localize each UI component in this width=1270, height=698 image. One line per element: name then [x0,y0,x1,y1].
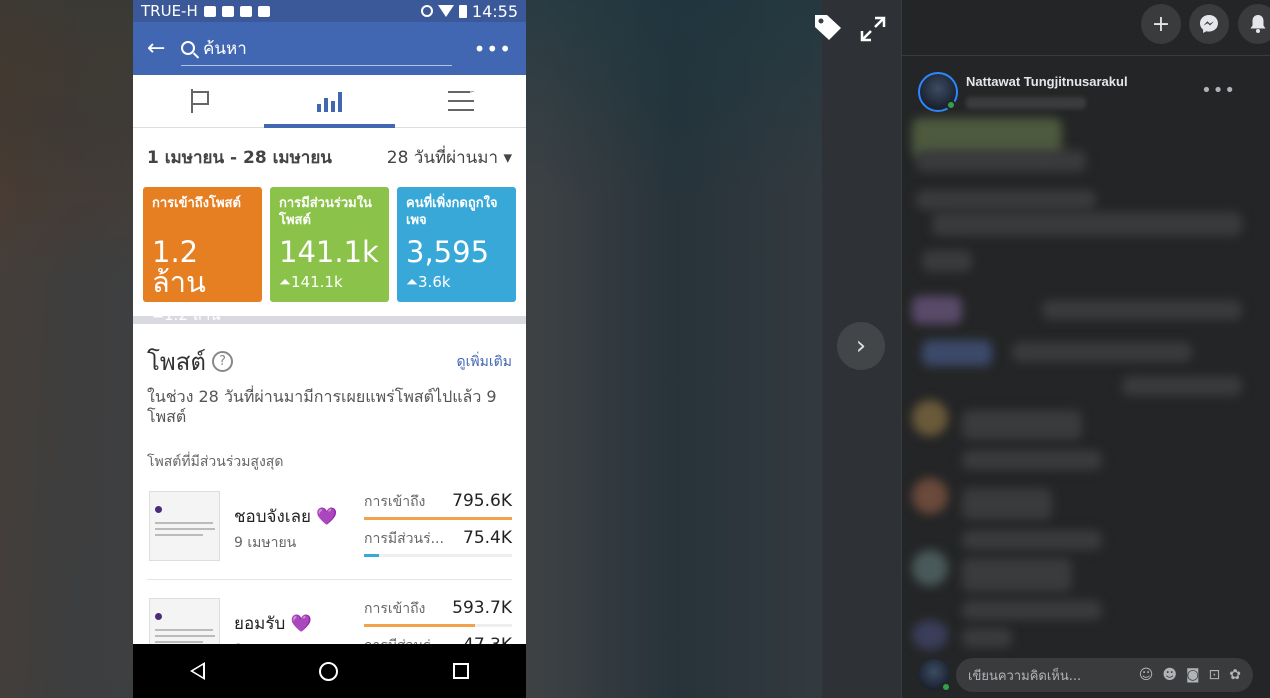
card-title: การเข้าถึงโพสต์ [152,196,241,211]
fullscreen-icon[interactable] [860,16,886,42]
tag-icon[interactable] [812,12,844,42]
clock: 14:55 [471,1,518,21]
app-icon [221,5,234,17]
flag-icon [189,89,209,113]
tab-page[interactable] [133,75,264,127]
notification-badge: 3 [468,82,486,96]
card-value: 1.2 ล้าน [152,235,206,299]
bell-icon [1250,15,1266,33]
date-range: 1 เมษายน - 28 เมษายน [147,148,332,168]
avatar[interactable] [918,72,958,112]
menu-icon: 3 [447,82,486,111]
posts-title: โพสต์ ? [147,342,233,381]
search-icon [181,41,195,55]
avatar [918,659,951,692]
back-arrow-icon[interactable]: ← [147,36,181,61]
bar-chart-icon [317,90,342,112]
post-title: ยอมรับ 💜 [234,614,312,634]
card-value: 3,595 [406,235,490,269]
alarm-icon [420,5,433,17]
card-delta: ⏶1.2 ล้าน [152,306,221,324]
card-title: การมีส่วนร่วมในโพสต์ [279,196,372,228]
battery-icon [458,4,467,18]
notifications-button[interactable] [1238,4,1270,44]
search-input[interactable]: ค้นหา [181,32,452,66]
nav-back-icon[interactable] [190,662,206,680]
post-thumbnail [149,491,220,561]
online-indicator [941,682,951,692]
post-title: ชอบจังเลย 💜 [234,507,338,527]
carrier-label: TRUE-H [141,2,198,20]
camera-icon[interactable]: ◙ [1186,667,1200,683]
comment-input[interactable]: เขียนความคิดเห็น... ☺ ☻ ◙ ⊡ ✿ [956,658,1253,692]
engagement-bar [364,554,379,557]
messenger-button[interactable] [1189,4,1229,44]
card-value: 141.1k [279,235,379,269]
tab-menu[interactable]: 3 [395,75,526,127]
engagement-value: 75.4K [463,528,512,548]
more-options-icon[interactable]: ••• [1201,80,1236,101]
messenger-icon [1200,15,1218,33]
reach-label: การเข้าถึง [364,494,426,510]
post-meta-blurred [966,97,1086,109]
card-title: คนที่เพิ่งกดถูกใจเพจ [406,196,498,228]
tab-insights[interactable] [264,75,395,128]
posts-description: ในช่วง 28 วันที่ผ่านมามีการเผยแพร่โพสต์ไ… [147,387,497,426]
photo-viewer: TRUE-H 14:55 ← ค้นหา ••• 3 1 เมษายน - 28… [0,0,901,698]
plus-icon: + [1151,11,1171,37]
search-placeholder: ค้นหา [203,38,247,59]
post-author[interactable]: Nattawat Tungjitnusarakul [918,72,1128,112]
android-status-bar: TRUE-H 14:55 [133,0,526,22]
help-icon[interactable]: ? [211,351,233,372]
chevron-right-icon: › [855,331,867,361]
reach-bar [364,517,512,520]
phone-screenshot: TRUE-H 14:55 ← ค้นหา ••• 3 1 เมษายน - 28… [133,0,526,698]
comment-composer: เขียนความคิดเห็น... ☺ ☻ ◙ ⊡ ✿ [918,658,1253,692]
comment-placeholder: เขียนความคิดเห็น... [968,668,1082,684]
period-dropdown[interactable]: 28 วันที่ผ่านมา ▾ [387,144,512,171]
nav-recents-icon[interactable] [452,663,469,679]
see-more-link[interactable]: ดูเพิ่มเติม [457,351,512,373]
card-delta: ⏶141.1k [279,273,343,291]
nav-home-icon[interactable] [319,661,339,681]
author-name[interactable]: Nattawat Tungjitnusarakul [966,74,1128,89]
more-options-icon[interactable]: ••• [474,37,512,61]
sticker-icon[interactable]: ✿ [1229,667,1241,683]
list-item[interactable]: ชอบจังเลย 💜 9 เมษายน การเข้าถึง 795.6K กา… [133,473,526,565]
online-indicator [946,100,956,110]
date-range-row: 1 เมษายน - 28 เมษายน 28 วันที่ผ่านมา ▾ [133,128,526,171]
reach-label: การเข้าถึง [364,601,426,617]
page-tabs: 3 [133,75,526,128]
next-photo-button[interactable]: › [837,322,885,370]
card-post-engagement[interactable]: การมีส่วนร่วมในโพสต์ 141.1k ⏶141.1k [270,187,389,302]
reach-value: 593.7K [452,598,512,618]
avatar-sticker-icon[interactable]: ☺ [1139,667,1154,683]
create-button[interactable]: + [1141,4,1181,44]
gif-icon[interactable]: ⊡ [1209,667,1221,683]
wifi-icon [437,5,454,17]
card-delta: ⏶3.6k [406,273,451,291]
side-panel: + Nattawat Tungjitnusarakul ••• เขียนควา… [901,0,1270,698]
facebook-icon [257,5,270,17]
posts-section-header: โพสต์ ? ดูเพิ่มเติม [133,324,526,381]
post-date: 9 เมษายน [234,535,297,551]
top-posts-label: โพสต์ที่มีส่วนร่วมสูงสุด [147,454,284,470]
reach-value: 795.6K [452,491,512,511]
facebook-icon [239,5,252,17]
android-nav-bar [133,644,526,698]
facebook-top-bar: ← ค้นหา ••• [133,22,526,75]
card-new-page-likes[interactable]: คนที่เพิ่งกดถูกใจเพจ 3,595 ⏶3.6k [397,187,516,302]
card-post-reach[interactable]: การเข้าถึงโพสต์ 1.2 ล้าน ⏶1.2 ล้าน [143,187,262,324]
engagement-label: การมีส่วนร่... [364,531,444,547]
emoji-icon[interactable]: ☻ [1162,667,1177,683]
message-icon [203,5,216,17]
reach-bar [364,624,475,627]
panel-top-bar: + [902,0,1270,56]
summary-cards: การเข้าถึงโพสต์ 1.2 ล้าน ⏶1.2 ล้าน การมี… [133,171,526,324]
